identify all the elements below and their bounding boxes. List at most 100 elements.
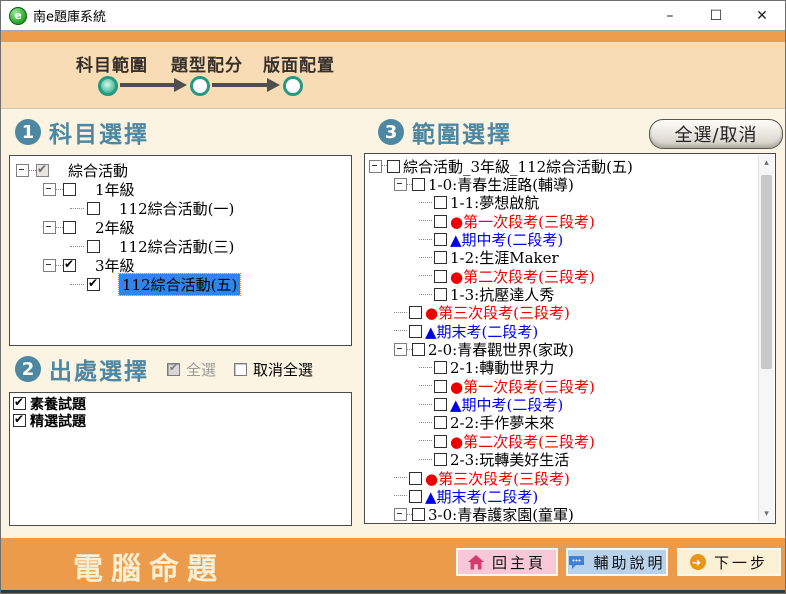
tree-checkbox[interactable] — [409, 472, 422, 485]
tree-row[interactable]: ●第一次段考(三段考) — [365, 212, 775, 230]
list-item-label[interactable]: 精選試題 — [30, 411, 86, 431]
tree-row[interactable]: 綜合活動_3年級_112綜合活動(五) — [365, 157, 775, 175]
tree-checkbox[interactable] — [434, 416, 447, 429]
tree-row[interactable]: 3年級 — [10, 256, 351, 275]
expander-icon[interactable] — [394, 508, 407, 521]
tree-label[interactable]: 112綜合活動(一) — [119, 198, 234, 219]
select-all-checkbox[interactable] — [167, 363, 180, 376]
tree-checkbox[interactable] — [387, 160, 400, 173]
tree-row[interactable]: 2年級 — [10, 218, 351, 237]
tree-row[interactable]: 1-1:夢想啟航 — [365, 194, 775, 212]
tree-row[interactable]: 2-0:青春觀世界(家政) — [365, 340, 775, 358]
tree-row[interactable]: 綜合活動 — [10, 161, 351, 180]
deselect-all-checkbox[interactable] — [234, 363, 247, 376]
scrollbar-thumb[interactable] — [761, 175, 772, 369]
tree-row[interactable]: 2-2:手作夢未來 — [365, 414, 775, 432]
tree-row[interactable]: ▲期末考(二段考) — [365, 487, 775, 505]
tree-row[interactable]: ●第二次段考(三段考) — [365, 432, 775, 450]
tree-line — [419, 385, 432, 387]
select-all-toggle-button[interactable]: 全選/取消 — [649, 119, 783, 149]
tree-checkbox[interactable] — [412, 508, 425, 521]
tree-checkbox[interactable] — [412, 178, 425, 191]
tree-row[interactable]: ▲期末考(二段考) — [365, 322, 775, 340]
tree-row[interactable]: 1年級 — [10, 180, 351, 199]
tree-row[interactable]: 112綜合活動(三) — [10, 237, 351, 256]
tree-row[interactable]: ●第三次段考(三段考) — [365, 469, 775, 487]
subject-tree[interactable]: 綜合活動1年級112綜合活動(一)2年級112綜合活動(三)3年級112綜合活動… — [9, 155, 352, 346]
expander-icon[interactable] — [394, 178, 407, 191]
tree-row[interactable]: 112綜合活動(一) — [10, 199, 351, 218]
tree-row[interactable]: 1-3:抗壓達人秀 — [365, 285, 775, 303]
expander-icon[interactable] — [43, 221, 56, 234]
tree-row[interactable]: 112綜合活動(五) — [10, 275, 351, 294]
tree-checkbox[interactable] — [434, 453, 447, 466]
tree-checkbox[interactable] — [434, 380, 447, 393]
tree-checkbox[interactable] — [409, 490, 422, 503]
source-list[interactable]: 素養試題精選試題 — [9, 392, 352, 526]
tree-checkbox[interactable] — [87, 278, 100, 291]
tree-row[interactable]: 2-3:玩轉美好生活 — [365, 451, 775, 469]
tree-row[interactable]: 2-1:轉動世界力 — [365, 359, 775, 377]
tree-checkbox[interactable] — [87, 202, 100, 215]
step-circle-2[interactable] — [190, 76, 210, 96]
close-button[interactable]: ✕ — [739, 8, 785, 24]
tree-checkbox[interactable] — [434, 215, 447, 228]
scrollbar-up-icon[interactable]: ▴ — [759, 155, 774, 171]
expander-icon[interactable] — [16, 164, 29, 177]
select-all-group[interactable]: 全選 — [167, 359, 216, 380]
tree-row[interactable]: ▲期中考(二段考) — [365, 395, 775, 413]
tree-checkbox[interactable] — [434, 270, 447, 283]
section-number-badge-1: 1 — [15, 119, 41, 145]
tree-checkbox[interactable] — [412, 343, 425, 356]
tree-checkbox[interactable] — [434, 398, 447, 411]
home-button[interactable]: 回主頁 — [456, 548, 558, 576]
scrollbar-down-icon[interactable]: ▾ — [759, 506, 774, 522]
expander-icon[interactable] — [369, 160, 382, 173]
tree-checkbox[interactable] — [434, 251, 447, 264]
tree-checkbox[interactable] — [434, 288, 447, 301]
list-item[interactable]: 素養試題 — [10, 395, 351, 412]
expander-icon[interactable] — [394, 343, 407, 356]
tree-label[interactable]: 3-0:青春護家園(童軍) — [428, 504, 574, 524]
tree-label[interactable]: 112綜合活動(三) — [119, 236, 234, 257]
tree-label[interactable]: 3年級 — [95, 255, 135, 276]
tree-row[interactable]: ●第一次段考(三段考) — [365, 377, 775, 395]
next-button[interactable]: ➜ 下一步 — [677, 548, 781, 576]
tree-checkbox[interactable] — [63, 259, 76, 272]
step-circle-3[interactable] — [283, 76, 303, 96]
tree-checkbox[interactable] — [409, 306, 422, 319]
tree-checkbox[interactable] — [63, 183, 76, 196]
expander-icon[interactable] — [43, 183, 56, 196]
tree-checkbox[interactable] — [87, 240, 100, 253]
list-item-checkbox[interactable] — [13, 397, 26, 410]
tree-row[interactable]: 1-2:生涯Maker — [365, 249, 775, 267]
tree-row[interactable]: ●第二次段考(三段考) — [365, 267, 775, 285]
scrollbar[interactable]: ▴ ▾ — [758, 155, 774, 522]
tree-label[interactable]: 2年級 — [95, 217, 135, 238]
list-item[interactable]: 精選試題 — [10, 412, 351, 429]
list-item-checkbox[interactable] — [13, 414, 26, 427]
tree-checkbox[interactable] — [434, 361, 447, 374]
help-button-label: 輔助說明 — [593, 552, 665, 573]
tree-label[interactable]: 112綜合活動(五) — [119, 274, 240, 295]
tree-label[interactable]: 綜合活動 — [68, 160, 128, 181]
tree-row[interactable]: ●第三次段考(三段考) — [365, 304, 775, 322]
maximize-button[interactable]: ☐ — [693, 8, 739, 24]
deselect-all-label: 取消全選 — [253, 359, 313, 380]
tree-row[interactable]: 1-0:青春生涯路(輔導) — [365, 175, 775, 193]
deselect-all-group[interactable]: 取消全選 — [234, 359, 313, 380]
range-tree[interactable]: 綜合活動_3年級_112綜合活動(五)1-0:青春生涯路(輔導)1-1:夢想啟航… — [364, 153, 776, 524]
tree-checkbox[interactable] — [36, 164, 49, 177]
tree-row[interactable]: ▲期中考(二段考) — [365, 230, 775, 248]
tree-checkbox[interactable] — [434, 233, 447, 246]
help-button[interactable]: 輔助說明 — [566, 548, 668, 576]
tree-row[interactable]: 3-0:青春護家園(童軍) — [365, 506, 775, 524]
tree-checkbox[interactable] — [434, 196, 447, 209]
step-circle-1[interactable] — [98, 76, 118, 96]
minimize-button[interactable]: – — [647, 8, 693, 24]
tree-checkbox[interactable] — [63, 221, 76, 234]
expander-icon[interactable] — [43, 259, 56, 272]
tree-checkbox[interactable] — [434, 435, 447, 448]
tree-label[interactable]: 1年級 — [95, 179, 135, 200]
tree-checkbox[interactable] — [409, 325, 422, 338]
